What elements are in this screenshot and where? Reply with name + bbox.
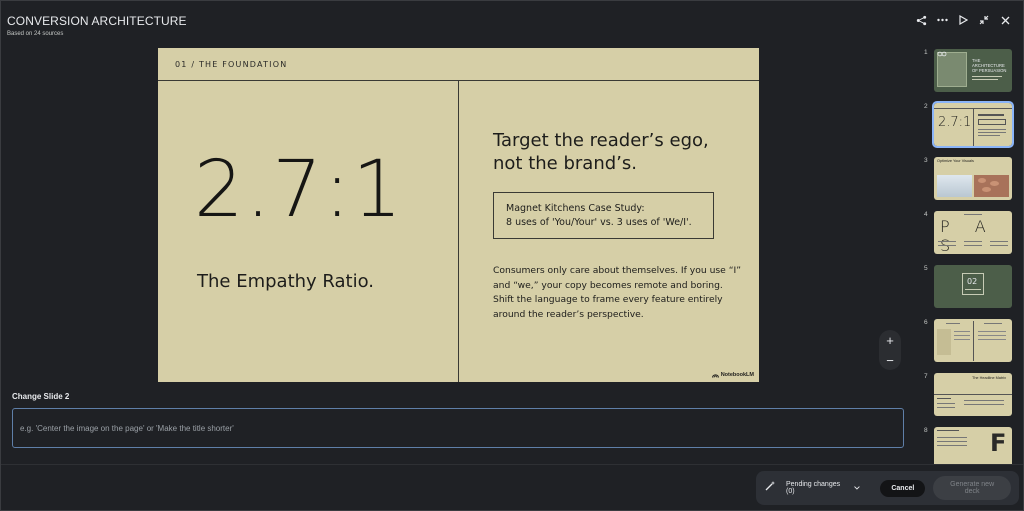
close-icon[interactable] <box>999 13 1011 27</box>
thumbnail-label: 2.7:1 <box>938 115 972 130</box>
app-window: CONVERSION ARCHITECTURE Based on 24 sour… <box>0 0 1024 511</box>
share-icon[interactable] <box>915 13 927 27</box>
zoom-out-button[interactable]: − <box>886 354 894 367</box>
thumbnail-number: 7 <box>924 373 928 380</box>
thumbnail-label: The Headline Matrix <box>972 376 1006 380</box>
change-slide-label: Change Slide 2 <box>12 392 70 401</box>
thumbnail-label: THE ARCHITECTURE OF PERSUASION <box>972 58 1007 74</box>
case-study-line-2: 8 uses of 'You/Your' vs. 3 uses of 'We/I… <box>506 216 692 228</box>
thumbnail-number: 3 <box>924 157 928 164</box>
thumbnail-slide-2[interactable]: 2.7:1 <box>932 101 1014 148</box>
slide-body-text: Consumers only care about themselves. If… <box>493 265 741 320</box>
bottom-divider <box>1 464 1023 465</box>
thumbnail-label: 02 <box>967 277 978 286</box>
more-icon[interactable] <box>936 13 948 27</box>
pending-changes-label: Pending changes (0) <box>786 481 841 495</box>
slide-big-caption: The Empathy Ratio. <box>197 271 375 292</box>
thumbnail-slide-3[interactable]: Optimize Your Visuals <box>934 157 1012 200</box>
thumbnail-slide-6[interactable] <box>934 319 1012 362</box>
thumbnail-label: F <box>990 429 1007 457</box>
thumbnail-number: 4 <box>924 211 928 218</box>
cancel-button[interactable]: Cancel <box>880 479 926 497</box>
thumbnail-number: 5 <box>924 265 928 272</box>
toolbar <box>915 13 1011 27</box>
page-title: CONVERSION ARCHITECTURE <box>7 14 187 28</box>
slide-kicker: 01 / THE FOUNDATION <box>175 60 288 69</box>
thumbnail-slide-5[interactable]: 02 <box>934 265 1012 308</box>
thumbnail-number: 1 <box>924 49 928 56</box>
notebooklm-logo-icon <box>711 373 719 378</box>
case-study-box: Magnet Kitchens Case Study: 8 uses of 'Y… <box>493 192 714 239</box>
slide-thumbnail-list: 1 THE ARCHITECTURE OF PERSUASION 2 2.7:1… <box>919 44 1015 464</box>
slide-brand-label: NotebookLM <box>720 372 754 378</box>
case-study-line-1: Magnet Kitchens Case Study: <box>506 203 645 214</box>
slide-divider-vertical <box>458 80 459 382</box>
action-bar: Pending changes (0) Cancel Generate new … <box>756 471 1019 505</box>
thumbnail-label: Optimize Your Visuals <box>937 159 974 163</box>
chevron-down-icon <box>854 486 861 490</box>
pending-changes-dropdown[interactable]: Pending changes (0) <box>786 481 861 495</box>
generate-new-deck-button[interactable]: Generate new deck <box>933 476 1011 500</box>
thumbnail-slide-1[interactable]: THE ARCHITECTURE OF PERSUASION <box>934 49 1012 92</box>
slide-canvas[interactable]: 01 / THE FOUNDATION 2.7:1 The Empathy Ra… <box>158 48 759 382</box>
thumbnail-label: P A S <box>940 217 996 254</box>
collapse-icon[interactable] <box>978 13 990 27</box>
slide-big-number: 2.7:1 <box>194 145 404 235</box>
change-slide-input[interactable] <box>12 408 904 448</box>
thumbnail-slide-8[interactable]: F <box>934 427 1012 464</box>
zoom-control: + − <box>879 330 901 370</box>
play-icon[interactable] <box>957 13 969 27</box>
source-count: Based on 24 sources <box>7 31 64 37</box>
slide-headline: Target the reader’s ego, not the brand’s… <box>493 130 709 174</box>
thumbnail-number: 6 <box>924 319 928 326</box>
zoom-in-button[interactable]: + <box>886 334 894 347</box>
edit-wand-icon <box>764 479 776 497</box>
thumbnail-slide-7[interactable]: The Headline Matrix <box>934 373 1012 416</box>
slide-brand: NotebookLM <box>711 372 754 378</box>
thumbnail-slide-4[interactable]: P A S <box>934 211 1012 254</box>
thumbnail-number: 2 <box>924 103 928 110</box>
thumbnail-number: 8 <box>924 427 928 434</box>
